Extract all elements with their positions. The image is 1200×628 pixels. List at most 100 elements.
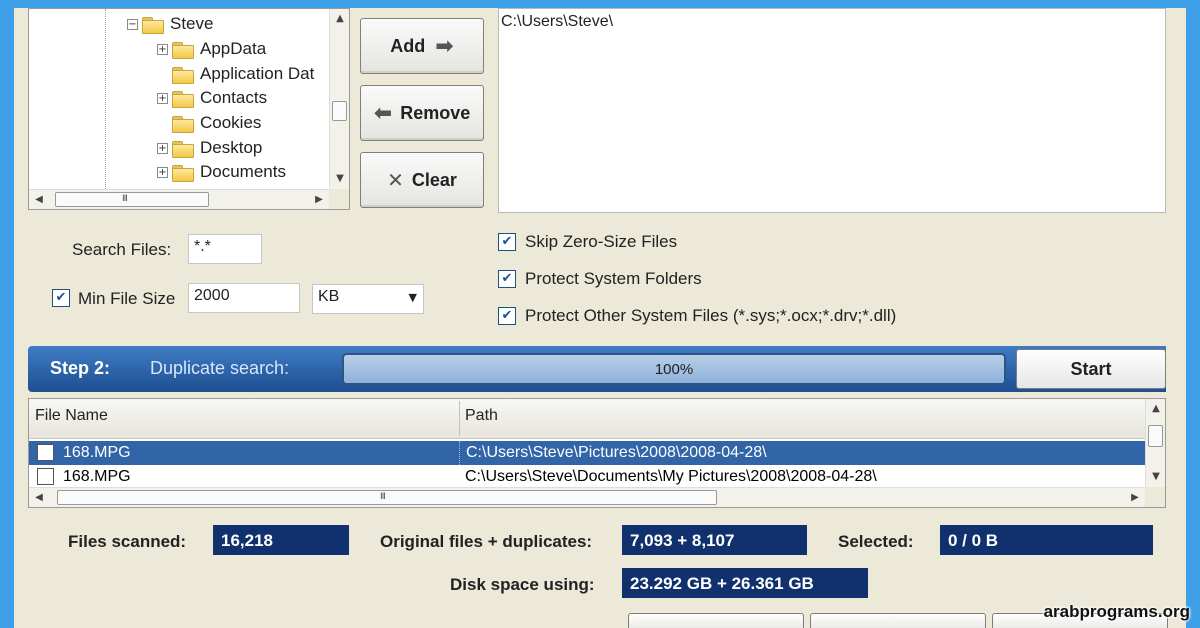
scroll-left-icon[interactable]: ◀ <box>29 488 49 508</box>
disk-space-label: Disk space using: <box>450 575 595 594</box>
scroll-down-icon[interactable]: ▼ <box>1146 467 1166 487</box>
list-item[interactable]: C:\Users\Steve\ <box>501 13 613 31</box>
scroll-right-icon[interactable]: ▶ <box>1125 488 1145 508</box>
folder-icon <box>172 41 194 59</box>
expand-icon[interactable]: + <box>157 92 168 104</box>
scroll-down-icon[interactable]: ▼ <box>330 169 350 189</box>
row-checkbox[interactable] <box>37 468 54 485</box>
folder-icon <box>172 66 194 84</box>
search-paths-list[interactable]: C:\Users\Steve\ <box>498 8 1166 213</box>
watermark: arabprograms.org <box>1043 602 1190 621</box>
table-row[interactable]: 168.MPG C:\Users\Steve\Documents\My Pict… <box>29 465 1145 489</box>
scroll-thumb[interactable] <box>332 101 347 121</box>
tree-item-label: Cookies <box>200 113 262 132</box>
scroll-up-icon[interactable]: ▲ <box>330 9 350 29</box>
search-files-label: Search Files: <box>72 240 172 259</box>
tree-item-label: Steve <box>170 14 214 33</box>
chevron-down-icon: ▼ <box>408 291 417 304</box>
results-vertical-scrollbar[interactable]: ▲ ▼ <box>1145 399 1165 487</box>
path-cell: C:\Users\Steve\Pictures\2008\2008-04-28\ <box>459 441 767 465</box>
original-duplicates-value: 7,093 + 8,107 <box>622 525 807 555</box>
selected-label: Selected: <box>838 532 914 551</box>
tree-item-steve[interactable]: − Steve <box>127 12 213 36</box>
add-button-label: Add <box>390 35 426 56</box>
search-progress-bar: 100% <box>342 353 1006 385</box>
min-file-size-checkbox[interactable]: ✔ <box>52 289 70 307</box>
app-window: − Steve + AppData Application Dat + Cont… <box>14 8 1186 628</box>
files-scanned-value: 16,218 <box>213 525 349 555</box>
protect-system-folders-label: Protect System Folders <box>525 269 702 288</box>
tree-item-documents[interactable]: + Documents <box>157 160 286 184</box>
arrow-left-icon: ⬅ <box>373 100 393 126</box>
tree-item-application-data[interactable]: Application Dat <box>157 62 314 86</box>
path-cell: C:\Users\Steve\Documents\My Pictures\200… <box>465 468 877 485</box>
scroll-up-icon[interactable]: ▲ <box>1146 399 1166 419</box>
table-row[interactable]: 168.MPG C:\Users\Steve\Pictures\2008\200… <box>29 441 1145 465</box>
bottom-action-button[interactable] <box>810 613 986 628</box>
step-subtitle: Duplicate search: <box>150 358 290 378</box>
start-button[interactable]: Start <box>1016 349 1166 389</box>
skip-zero-size-label: Skip Zero-Size Files <box>525 232 678 251</box>
protect-other-files-label: Protect Other System Files (*.sys;*.ocx;… <box>525 306 897 325</box>
tree-horizontal-scrollbar[interactable]: ◀ III ▶ <box>29 189 329 209</box>
scroll-left-icon[interactable]: ◀ <box>29 190 49 210</box>
selected-value: 0 / 0 B <box>940 525 1153 555</box>
file-name-cell: 168.MPG <box>63 444 131 461</box>
remove-button-label: Remove <box>400 102 471 123</box>
folder-icon <box>172 90 194 108</box>
scroll-right-icon[interactable]: ▶ <box>309 190 329 210</box>
expand-icon[interactable]: + <box>157 142 168 154</box>
folder-icon <box>172 140 194 158</box>
size-unit-select[interactable]: KB ▼ <box>312 284 424 314</box>
tree-item-cookies[interactable]: Cookies <box>157 111 261 135</box>
clear-button-label: Clear <box>411 169 457 190</box>
scroll-grip: III <box>380 492 386 502</box>
step-title: Step 2: <box>50 358 111 378</box>
scroll-thumb[interactable]: III <box>55 192 209 207</box>
collapse-icon[interactable]: − <box>127 18 138 30</box>
scroll-grip: III <box>122 194 128 204</box>
add-button[interactable]: Add ➡ <box>360 18 484 74</box>
tree-item-label: Contacts <box>200 88 268 107</box>
folder-icon <box>172 115 194 133</box>
protect-system-folders-checkbox[interactable]: ✔ <box>498 270 516 288</box>
scroll-thumb[interactable]: III <box>57 490 717 505</box>
remove-button[interactable]: ⬅ Remove <box>360 85 484 141</box>
tree-item-label: Documents <box>200 162 286 181</box>
search-files-input[interactable]: *.* <box>188 234 262 264</box>
min-file-size-label: Min File Size <box>78 289 176 308</box>
progress-text: 100% <box>654 361 694 378</box>
step-header: Step 2: Duplicate search: 100% <box>28 346 1166 392</box>
folder-tree[interactable]: − Steve + AppData Application Dat + Cont… <box>28 8 350 210</box>
original-duplicates-label: Original files + duplicates: <box>380 532 593 551</box>
expand-icon[interactable]: + <box>157 166 168 178</box>
column-header-path[interactable]: Path <box>465 407 498 425</box>
disk-space-value: 23.292 GB + 26.361 GB <box>622 568 868 598</box>
row-checkbox[interactable] <box>37 444 54 461</box>
column-header-file-name[interactable]: File Name <box>35 407 108 425</box>
tree-item-appdata[interactable]: + AppData <box>157 37 266 61</box>
tree-item-label: Desktop <box>200 138 263 157</box>
clear-button[interactable]: ✕ Clear <box>360 152 484 208</box>
tree-item-label: AppData <box>200 39 267 58</box>
skip-zero-size-checkbox[interactable]: ✔ <box>498 233 516 251</box>
tree-vertical-scrollbar[interactable]: ▲ ▼ <box>329 9 349 189</box>
min-file-size-input[interactable]: 2000 <box>188 283 300 313</box>
tree-guide-line <box>105 9 106 189</box>
folder-icon <box>172 164 194 182</box>
files-scanned-label: Files scanned: <box>68 532 187 551</box>
protect-other-files-checkbox[interactable]: ✔ <box>498 307 516 325</box>
file-name-cell: 168.MPG <box>63 468 131 485</box>
arrow-right-icon: ➡ <box>435 33 454 59</box>
folder-tree-rows: − Steve + AppData Application Dat + Cont… <box>29 9 329 189</box>
tree-item-contacts[interactable]: + Contacts <box>157 86 267 110</box>
results-table[interactable]: File Name Path 168.MPG C:\Users\Steve\Pi… <box>28 398 1166 508</box>
scroll-thumb[interactable] <box>1148 425 1163 447</box>
results-horizontal-scrollbar[interactable]: ◀ III ▶ <box>29 487 1145 507</box>
tree-item-desktop[interactable]: + Desktop <box>157 136 262 160</box>
expand-icon[interactable]: + <box>157 43 168 55</box>
tree-item-label: Application Dat <box>200 64 315 83</box>
close-icon: ✕ <box>387 168 404 192</box>
folder-icon <box>142 16 164 34</box>
bottom-action-button[interactable] <box>628 613 804 628</box>
